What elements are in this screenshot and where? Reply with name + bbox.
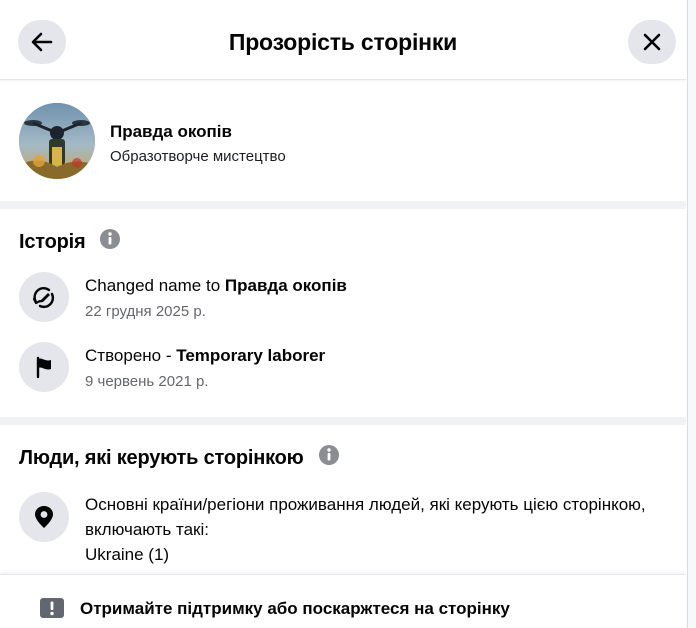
info-icon[interactable]: [318, 444, 340, 472]
close-button[interactable]: [628, 20, 676, 64]
page-profile: Правда окопів Образотворче мистецтво: [0, 81, 686, 201]
history-title-text: Історія: [19, 230, 86, 253]
info-icon[interactable]: [99, 228, 121, 256]
history-item-prefix: Changed name to: [85, 276, 225, 295]
location-pin-icon: [19, 492, 69, 542]
page-category: Образотворче мистецтво: [110, 148, 286, 165]
people-title-text: Люди, які керують сторінкою: [19, 446, 304, 469]
location-description: Основні країни/регіони проживання людей,…: [85, 495, 646, 539]
history-item-text: Changed name to Правда окопів: [85, 275, 666, 297]
report-footer[interactable]: Отримайте підтримку або поскаржтеся на с…: [0, 574, 686, 628]
people-section-title: Люди, які керують сторінкою: [19, 444, 340, 472]
dialog-title: Прозорість сторінки: [228, 29, 458, 55]
page-transparency-dialog: Прозорість сторінки Правда окопів Образо…: [0, 0, 686, 628]
location-value: Ukraine (1): [85, 545, 170, 564]
flag-icon: [19, 342, 69, 392]
history-item-text: Створено - Temporary laborer: [85, 345, 666, 367]
history-section-title: Історія: [19, 228, 121, 256]
history-item-bold: Правда окопів: [224, 276, 347, 295]
section-divider: [0, 201, 686, 209]
section-divider: [0, 417, 686, 425]
report-icon: [39, 597, 65, 624]
name-change-icon: [19, 272, 69, 322]
window-edge-strip: [688, 0, 696, 628]
history-item-date: 9 червень 2021 р.: [85, 373, 209, 390]
page-name[interactable]: Правда окопів: [110, 122, 232, 142]
avatar-image: [19, 103, 95, 179]
history-item-bold: Temporary laborer: [176, 346, 326, 365]
report-link[interactable]: Отримайте підтримку або поскаржтеся на с…: [80, 599, 510, 619]
dialog-header: Прозорість сторінки: [0, 0, 686, 80]
page-avatar[interactable]: [19, 103, 95, 179]
history-item-date: 22 грудня 2025 р.: [85, 303, 206, 320]
history-item-prefix: Створено -: [85, 346, 177, 365]
close-icon: [643, 33, 661, 51]
